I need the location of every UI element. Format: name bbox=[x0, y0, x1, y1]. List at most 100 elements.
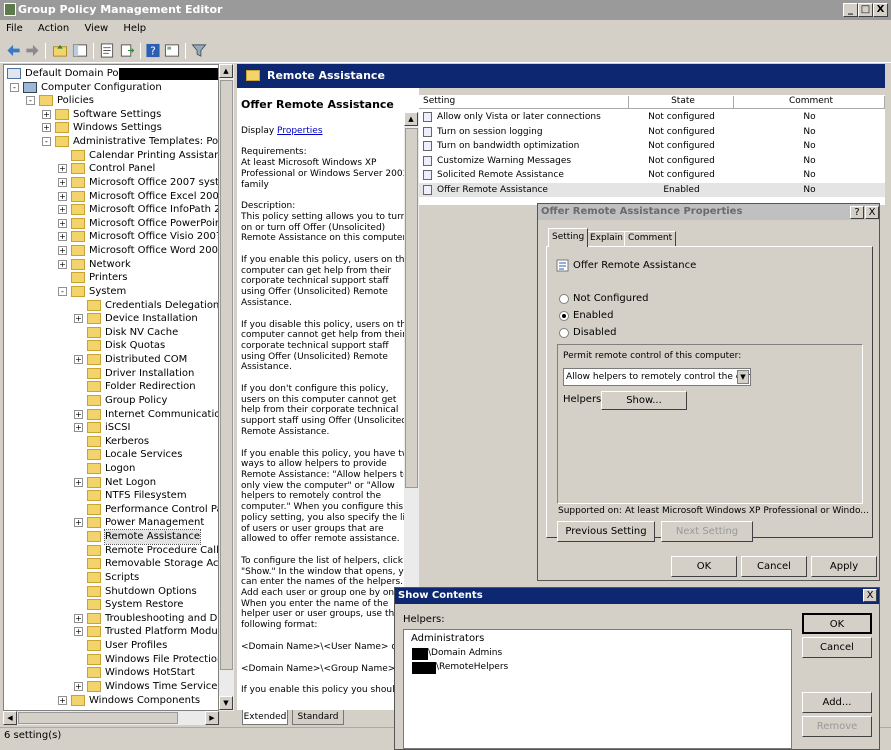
tree-node[interactable]: Printers bbox=[4, 271, 218, 285]
tree-node[interactable]: Windows File Protection bbox=[4, 653, 218, 667]
radio-enabled[interactable] bbox=[559, 311, 569, 321]
expand-icon[interactable]: + bbox=[58, 232, 67, 242]
tree-node[interactable]: Folder Redirection bbox=[4, 380, 218, 394]
tree-node[interactable]: - Administrative Templates: Policy de bbox=[4, 135, 218, 149]
scroll-up-icon[interactable]: ▲ bbox=[404, 112, 418, 126]
expand-icon[interactable]: + bbox=[74, 314, 83, 324]
collapse-icon[interactable]: - bbox=[58, 286, 67, 296]
tree-node[interactable]: + Device Installation bbox=[4, 312, 218, 326]
apply-button[interactable]: Apply bbox=[811, 556, 877, 577]
expand-icon[interactable]: + bbox=[74, 518, 83, 528]
collapse-icon[interactable]: - bbox=[26, 96, 35, 106]
tree-node[interactable]: Remote Assistance bbox=[4, 529, 218, 546]
tree-node[interactable]: User Profiles bbox=[4, 639, 218, 653]
tree-node[interactable]: - Computer Configuration bbox=[4, 81, 218, 95]
tree-node[interactable]: NTFS Filesystem bbox=[4, 489, 218, 503]
properties-link[interactable]: Properties bbox=[277, 126, 322, 136]
expand-icon[interactable]: + bbox=[58, 191, 67, 201]
add-button[interactable]: Add... bbox=[802, 692, 872, 713]
menu-file[interactable]: File bbox=[0, 20, 29, 37]
tree-node[interactable]: Calendar Printing Assistant for I bbox=[4, 149, 218, 163]
expand-icon[interactable]: + bbox=[58, 177, 67, 187]
helper-item[interactable]: Administrators bbox=[411, 633, 484, 644]
scroll-up-icon[interactable]: ▲ bbox=[219, 64, 233, 78]
expand-icon[interactable]: + bbox=[58, 205, 67, 215]
expand-icon[interactable]: + bbox=[74, 613, 83, 623]
tree-node[interactable]: + Power Management bbox=[4, 516, 218, 530]
tree-node[interactable]: Default Domain Policy [ bbox=[4, 67, 218, 81]
tab-standard[interactable]: Standard bbox=[292, 710, 344, 725]
tree-horizontal-scrollbar[interactable]: ◀ ▶ bbox=[3, 711, 219, 725]
column-header-comment[interactable]: Comment bbox=[734, 96, 885, 109]
setting-row[interactable]: Customize Warning Messages Not configured… bbox=[419, 154, 885, 168]
view-icon[interactable] bbox=[164, 43, 180, 58]
tree-node[interactable]: Disk NV Cache bbox=[4, 326, 218, 340]
show-hide-tree-icon[interactable] bbox=[72, 43, 88, 58]
tree-node[interactable]: + Microsoft Office InfoPath 2007 bbox=[4, 203, 218, 217]
tree-node[interactable]: Credentials Delegation bbox=[4, 299, 218, 313]
tree-node[interactable]: + Windows Components bbox=[4, 694, 218, 708]
maximize-button[interactable]: □ bbox=[858, 3, 873, 17]
tree-node[interactable]: + Control Panel bbox=[4, 162, 218, 176]
show-ok-button[interactable]: OK bbox=[802, 613, 872, 634]
expand-icon[interactable]: + bbox=[58, 164, 67, 174]
tab-explain[interactable]: Explain bbox=[586, 231, 627, 247]
radio-not-configured[interactable] bbox=[559, 294, 569, 304]
setting-row[interactable]: Turn on bandwidth optimization Not config… bbox=[419, 139, 885, 153]
tree-node[interactable]: Removable Storage Access bbox=[4, 557, 218, 571]
tree-node[interactable]: Disk Quotas bbox=[4, 339, 218, 353]
cancel-button[interactable]: Cancel bbox=[741, 556, 807, 577]
filter-icon[interactable] bbox=[191, 43, 207, 58]
tree-node[interactable]: Kerberos bbox=[4, 435, 218, 449]
expand-icon[interactable]: + bbox=[42, 109, 51, 119]
tree-node[interactable]: + iSCSI bbox=[4, 421, 218, 435]
show-cancel-button[interactable]: Cancel bbox=[802, 637, 872, 658]
back-arrow-icon[interactable] bbox=[6, 43, 22, 58]
tab-setting[interactable]: Setting bbox=[548, 228, 589, 247]
permit-control-select[interactable]: Allow helpers to remotely control the co… bbox=[563, 368, 751, 386]
tab-comment[interactable]: Comment bbox=[624, 231, 677, 247]
remove-button[interactable]: Remove bbox=[802, 716, 872, 737]
tree-node[interactable]: Group Policy bbox=[4, 394, 218, 408]
tab-extended[interactable]: Extended bbox=[242, 710, 288, 725]
menu-help[interactable]: Help bbox=[117, 20, 152, 37]
expand-icon[interactable]: + bbox=[74, 409, 83, 419]
show-dialog-close-button[interactable]: X bbox=[863, 589, 877, 602]
collapse-icon[interactable]: - bbox=[10, 82, 19, 92]
expand-icon[interactable]: + bbox=[58, 695, 67, 705]
helper-item[interactable]: \Domain Admins bbox=[428, 648, 502, 658]
tree-node[interactable]: + Windows Time Service bbox=[4, 680, 218, 694]
expand-icon[interactable]: + bbox=[58, 246, 67, 256]
close-button[interactable]: X bbox=[873, 3, 888, 17]
tree-node[interactable]: System Restore bbox=[4, 598, 218, 612]
tree-node[interactable]: + Microsoft Office Visio 2007 (mac bbox=[4, 230, 218, 244]
tree-node[interactable]: + Distributed COM bbox=[4, 353, 218, 367]
scroll-right-icon[interactable]: ▶ bbox=[205, 711, 219, 725]
forward-arrow-icon[interactable] bbox=[24, 43, 40, 58]
show-helpers-button[interactable]: Show... bbox=[601, 391, 687, 410]
helper-item[interactable]: \RemoteHelpers bbox=[436, 662, 508, 672]
up-folder-icon[interactable] bbox=[52, 43, 68, 58]
hscroll-thumb[interactable] bbox=[18, 712, 178, 724]
tree-node[interactable]: Driver Installation bbox=[4, 367, 218, 381]
expand-icon[interactable]: + bbox=[74, 477, 83, 487]
tree-node[interactable]: Locale Services bbox=[4, 448, 218, 462]
setting-row[interactable]: Solicited Remote Assistance Not configure… bbox=[419, 168, 885, 182]
tree-node[interactable]: - Policies bbox=[4, 94, 218, 108]
tree-node[interactable]: Scripts bbox=[4, 571, 218, 585]
scroll-left-icon[interactable]: ◀ bbox=[3, 711, 17, 725]
setting-row[interactable]: Allow only Vista or later connections Not… bbox=[419, 110, 885, 124]
tree-node[interactable]: Shutdown Options bbox=[4, 585, 218, 599]
help-icon[interactable]: ? bbox=[145, 43, 161, 58]
helpers-list[interactable]: Administrators \Domain Admins \RemoteHel… bbox=[403, 629, 792, 749]
tree-node[interactable]: + Software Settings bbox=[4, 108, 218, 122]
dialog-help-button[interactable]: ? bbox=[850, 206, 864, 219]
setting-row[interactable]: Turn on session logging Not configured No bbox=[419, 125, 885, 139]
menu-view[interactable]: View bbox=[78, 20, 114, 37]
export-list-icon[interactable] bbox=[119, 43, 135, 58]
tree-node[interactable]: + Windows Settings bbox=[4, 121, 218, 135]
tree-node[interactable]: Logon bbox=[4, 462, 218, 476]
expand-icon[interactable]: + bbox=[74, 627, 83, 637]
chevron-down-icon[interactable]: ▼ bbox=[737, 370, 749, 384]
column-header-setting[interactable]: Setting bbox=[419, 96, 629, 109]
